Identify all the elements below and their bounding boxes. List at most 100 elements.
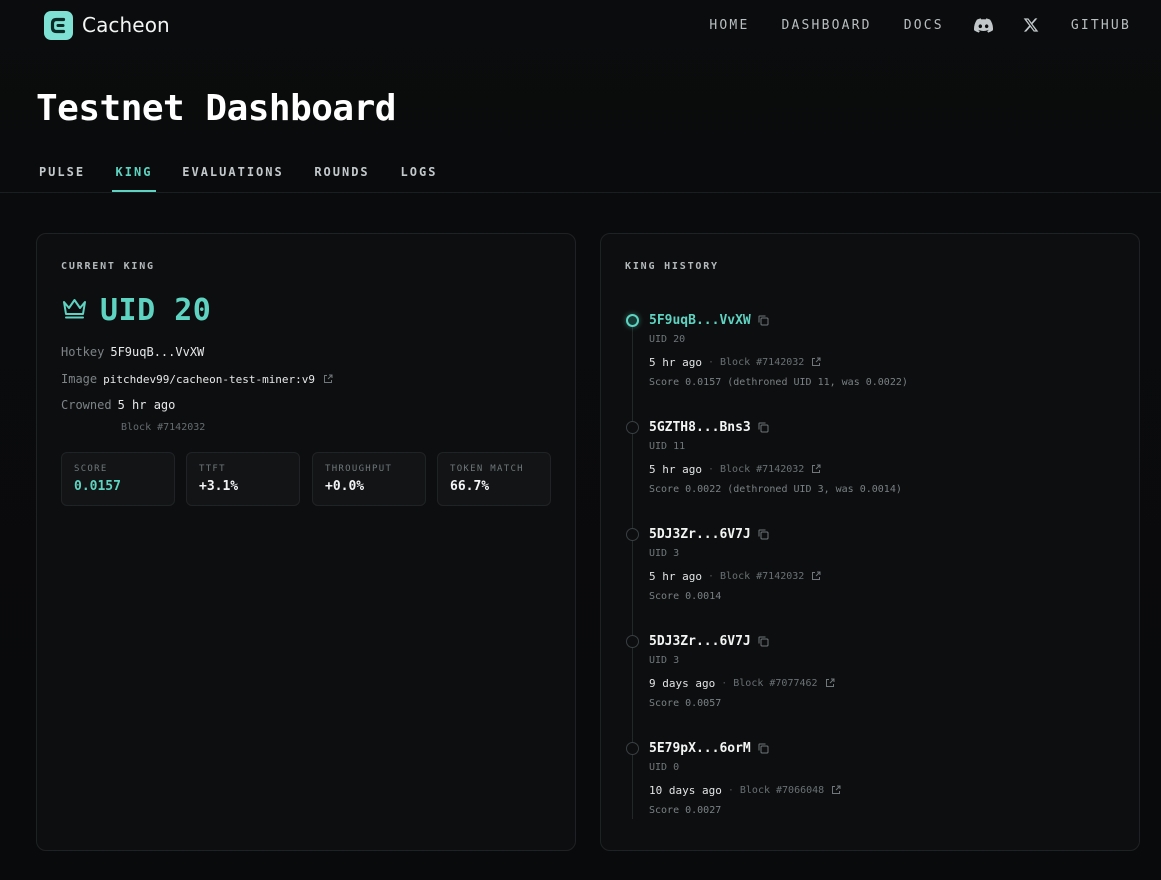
history-hotkey: 5GZTH8...Bns3 xyxy=(649,418,769,436)
timeline-dot xyxy=(626,635,639,648)
hotkey-value: 5F9uqB...VvXW xyxy=(110,345,205,359)
history-when-row: 5 hr ago · Block #7142032 xyxy=(649,462,821,476)
image-value[interactable]: pitchdev99/cacheon-test-miner:v9 xyxy=(103,373,315,386)
history-hotkey-text[interactable]: 5DJ3Zr...6V7J xyxy=(649,527,751,542)
history-score: Score 0.0027 xyxy=(649,805,722,816)
copy-icon[interactable] xyxy=(758,636,769,647)
history-when: 5 hr ago xyxy=(649,569,702,583)
hotkey-label: Hotkey xyxy=(61,345,105,359)
copy-icon[interactable] xyxy=(758,315,769,326)
history-when-row: 10 days ago · Block #7066048 xyxy=(649,783,841,797)
history-hotkey: 5E79pX...6orM xyxy=(649,739,769,757)
history-when-row: 5 hr ago · Block #7142032 xyxy=(649,569,821,583)
separator: · xyxy=(707,356,715,368)
timeline-dot xyxy=(626,742,639,755)
stat-value: 0.0157 xyxy=(74,479,121,494)
history-score: Score 0.0057 xyxy=(649,698,722,709)
current-king-label: CURRENT KING xyxy=(61,261,155,272)
stat-label: SCORE xyxy=(74,464,108,474)
image-row: Image pitchdev99/cacheon-test-miner:v9 xyxy=(61,372,333,386)
history-hotkey-text[interactable]: 5F9uqB...VvXW xyxy=(649,313,751,328)
nav-home-link[interactable]: HOME xyxy=(709,18,749,33)
history-when-row: 5 hr ago · Block #7142032 xyxy=(649,355,821,369)
x-icon[interactable] xyxy=(1023,17,1039,33)
external-link-icon[interactable] xyxy=(831,785,841,795)
dashboard-tabs: PULSE KING EVALUATIONS ROUNDS LOGS xyxy=(0,152,1161,193)
history-score: Score 0.0014 xyxy=(649,591,722,602)
brand-name: Cacheon xyxy=(82,13,170,37)
timeline-dot xyxy=(626,421,639,434)
history-when: 9 days ago xyxy=(649,676,716,690)
king-heading: UID 20 xyxy=(61,292,211,328)
history-hotkey-text[interactable]: 5DJ3Zr...6V7J xyxy=(649,634,751,649)
page-title: Testnet Dashboard xyxy=(36,88,396,129)
stat-ttft: TTFT +3.1% xyxy=(186,452,300,506)
crowned-value: 5 hr ago xyxy=(117,398,176,412)
crown-icon xyxy=(61,296,88,324)
brand[interactable]: Cacheon xyxy=(44,10,170,40)
separator: · xyxy=(707,570,715,582)
history-uid: UID 0 xyxy=(649,762,680,773)
external-link-icon[interactable] xyxy=(811,464,821,474)
history-block: Block #7142032 xyxy=(720,463,805,475)
king-history-label: KING HISTORY xyxy=(625,261,719,272)
image-label: Image xyxy=(61,372,98,386)
external-link-icon[interactable] xyxy=(825,678,835,688)
stat-score: SCORE 0.0157 xyxy=(61,452,175,506)
history-entry: 5E79pX...6orM UID 0 10 days ago · Block … xyxy=(601,734,1121,834)
history-entry: 5GZTH8...Bns3 UID 11 5 hr ago · Block #7… xyxy=(601,413,1121,513)
separator: · xyxy=(707,463,715,475)
history-when: 5 hr ago xyxy=(649,355,702,369)
current-king-dot xyxy=(626,314,639,327)
copy-icon[interactable] xyxy=(758,529,769,540)
history-uid: UID 11 xyxy=(649,441,686,452)
external-link-icon[interactable] xyxy=(323,374,333,384)
copy-icon[interactable] xyxy=(758,743,769,754)
top-navbar: Cacheon HOME DASHBOARD DOCS GITHUB xyxy=(0,0,1161,50)
history-block: Block #7077462 xyxy=(733,677,818,689)
king-uid: UID 20 xyxy=(100,292,212,328)
history-hotkey: 5DJ3Zr...6V7J xyxy=(649,632,769,650)
crowned-block: Block #7142032 xyxy=(121,422,206,433)
external-link-icon[interactable] xyxy=(811,571,821,581)
history-when-row: 9 days ago · Block #7077462 xyxy=(649,676,835,690)
nav-docs-link[interactable]: DOCS xyxy=(904,18,944,33)
cacheon-logo-icon xyxy=(44,10,73,40)
tab-king[interactable]: KING xyxy=(112,165,156,192)
history-uid: UID 3 xyxy=(649,655,680,666)
king-stats: SCORE 0.0157 TTFT +3.1% THROUGHPUT +0.0%… xyxy=(61,452,551,506)
stat-value: +0.0% xyxy=(325,479,365,494)
tab-pulse[interactable]: PULSE xyxy=(36,165,88,192)
history-entry: 5F9uqB...VvXW UID 20 5 hr ago · Block #7… xyxy=(601,306,1121,406)
history-hotkey-text[interactable]: 5E79pX...6orM xyxy=(649,741,751,756)
external-link-icon[interactable] xyxy=(811,357,821,367)
history-uid: UID 20 xyxy=(649,334,686,345)
tab-rounds[interactable]: ROUNDS xyxy=(311,165,373,192)
copy-icon[interactable] xyxy=(758,422,769,433)
current-king-card: CURRENT KING UID 20 Hotkey 5F9uqB...VvXW… xyxy=(36,233,576,851)
discord-icon[interactable] xyxy=(973,17,993,33)
stat-throughput: THROUGHPUT +0.0% xyxy=(312,452,426,506)
tab-evaluations[interactable]: EVALUATIONS xyxy=(181,165,285,192)
history-entry: 5DJ3Zr...6V7J UID 3 5 hr ago · Block #71… xyxy=(601,520,1121,620)
tab-logs[interactable]: LOGS xyxy=(398,165,440,192)
history-when: 5 hr ago xyxy=(649,462,702,476)
history-entry: 5DJ3Zr...6V7J UID 3 9 days ago · Block #… xyxy=(601,627,1121,727)
timeline-dot xyxy=(626,528,639,541)
hotkey-row: Hotkey 5F9uqB...VvXW xyxy=(61,345,204,359)
history-score: Score 0.0157 (dethroned UID 11, was 0.00… xyxy=(649,377,908,388)
separator: · xyxy=(727,784,734,796)
history-hotkey: 5F9uqB...VvXW xyxy=(649,311,769,329)
crowned-label: Crowned xyxy=(61,398,112,412)
crowned-row: Crowned 5 hr ago xyxy=(61,398,175,412)
history-block: Block #7142032 xyxy=(720,570,805,582)
nav-dashboard-link[interactable]: DASHBOARD xyxy=(781,18,871,33)
history-when: 10 days ago xyxy=(649,783,722,797)
separator: · xyxy=(721,677,728,689)
main-nav: HOME DASHBOARD DOCS GITHUB xyxy=(709,13,1131,37)
history-hotkey: 5DJ3Zr...6V7J xyxy=(649,525,769,543)
nav-github-link[interactable]: GITHUB xyxy=(1071,18,1131,33)
history-hotkey-text[interactable]: 5GZTH8...Bns3 xyxy=(649,420,751,435)
stat-value: 66.7% xyxy=(450,479,490,494)
king-history-card: KING HISTORY 5F9uqB...VvXW UID 20 5 hr a… xyxy=(600,233,1140,851)
